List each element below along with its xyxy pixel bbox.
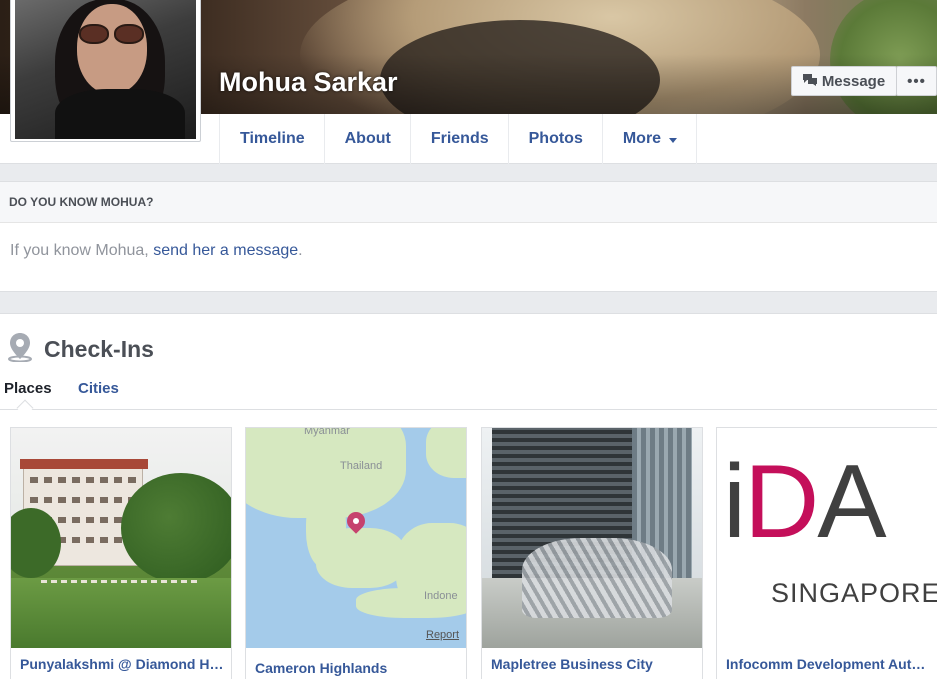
checkin-label[interactable]: Punyalakshmi @ Diamond Harbour bbox=[20, 656, 225, 672]
tab-about[interactable]: About bbox=[325, 114, 411, 164]
profile-page: Mohua Sarkar Message ••• Timeline About … bbox=[0, 0, 937, 679]
active-tab-marker bbox=[16, 399, 34, 417]
more-options-button[interactable]: ••• bbox=[896, 66, 937, 96]
map-label: Thailand bbox=[340, 460, 383, 472]
do-you-know-panel: DO YOU KNOW MOHUA? If you know Mohua, se… bbox=[0, 181, 937, 292]
do-you-know-text: If you know Mohua, send her a message. bbox=[0, 223, 937, 260]
message-button-label: Message bbox=[821, 72, 886, 90]
checkins-section: Check-Ins Places Cities Punyalakshmi @ D… bbox=[0, 313, 937, 679]
tab-friends[interactable]: Friends bbox=[411, 114, 509, 164]
map-label: Indone bbox=[424, 590, 458, 602]
map-label: Myanmar bbox=[304, 428, 350, 437]
checkins-title: Check-Ins bbox=[44, 336, 154, 362]
message-button[interactable]: Message bbox=[791, 66, 897, 96]
do-you-know-prefix: If you know Mohua, bbox=[10, 242, 154, 259]
tab-more-label: More bbox=[622, 130, 662, 147]
checkin-label[interactable]: Mapletree Business City bbox=[491, 656, 696, 672]
map-thumbnail[interactable]: Myanmar Thailand Indone Report bbox=[246, 428, 466, 648]
checkin-card[interactable]: Punyalakshmi @ Diamond Harbour bbox=[10, 427, 232, 679]
do-you-know-suffix: . bbox=[298, 242, 303, 259]
ida-logo-mark: iDA bbox=[723, 444, 887, 560]
map-report-link[interactable]: Report bbox=[426, 629, 459, 641]
do-you-know-header: DO YOU KNOW MOHUA? bbox=[0, 182, 937, 223]
organization-logo[interactable]: iDA SINGAPORE bbox=[717, 428, 937, 648]
tab-cities[interactable]: Cities bbox=[78, 380, 119, 397]
send-message-link[interactable]: send her a message bbox=[153, 242, 298, 259]
ida-logo-subtitle: SINGAPORE bbox=[771, 578, 937, 608]
checkin-card[interactable]: Mapletree Business City bbox=[481, 427, 703, 679]
checkin-card[interactable]: Myanmar Thailand Indone Report Cameron H… bbox=[245, 427, 467, 679]
checkin-photo[interactable] bbox=[482, 428, 702, 648]
tab-more[interactable]: More bbox=[603, 114, 698, 164]
profile-picture[interactable] bbox=[10, 0, 201, 142]
checkin-photo[interactable] bbox=[11, 428, 231, 648]
checkin-label[interactable]: Cameron Highlands bbox=[255, 660, 460, 676]
tab-places[interactable]: Places bbox=[4, 380, 52, 397]
tab-timeline[interactable]: Timeline bbox=[220, 114, 325, 164]
message-icon bbox=[802, 73, 817, 90]
location-pin-icon bbox=[6, 332, 34, 367]
profile-name[interactable]: Mohua Sarkar bbox=[219, 67, 398, 98]
caret-down-icon bbox=[669, 137, 678, 143]
tab-photos[interactable]: Photos bbox=[509, 114, 603, 164]
checkin-card[interactable]: iDA SINGAPORE Infocomm Development Autho… bbox=[716, 427, 937, 679]
checkin-label[interactable]: Infocomm Development Authority bbox=[726, 656, 931, 672]
checkins-tabs: Places Cities bbox=[0, 374, 937, 417]
